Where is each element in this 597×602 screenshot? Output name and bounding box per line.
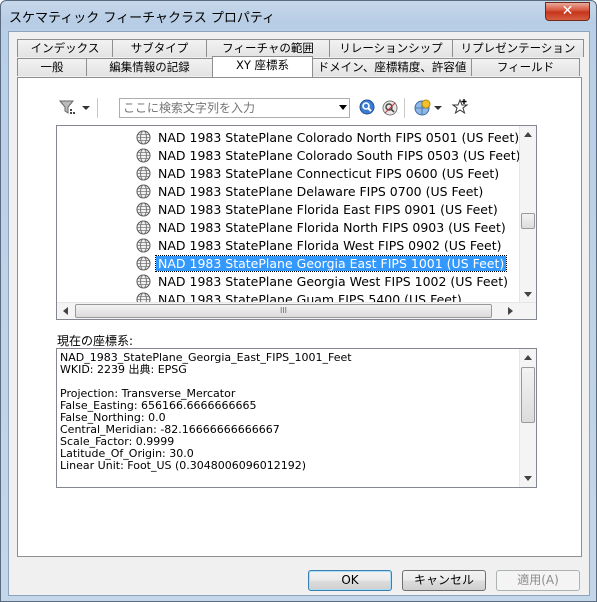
tab-editor-tracking[interactable]: 編集情報の記録 (86, 58, 213, 76)
globe-icon (136, 202, 151, 216)
list-horizontal-scrollbar[interactable]: III (57, 302, 536, 319)
list-item-label: NAD 1983 StatePlane Florida North FIPS 0… (158, 219, 506, 235)
tab-domain-resolution-tolerance[interactable]: ドメイン、座標精度、許容値 (312, 58, 472, 76)
scroll-down-arrow-icon[interactable] (524, 476, 532, 481)
globe-icon (136, 148, 151, 162)
list-item-label: NAD 1983 StatePlane Florida West FIPS 09… (158, 237, 502, 253)
scroll-up-arrow-icon[interactable] (524, 355, 532, 360)
tab-index[interactable]: インデックス (17, 39, 113, 57)
list-item-selected[interactable]: NAD 1983 StatePlane Georgia East FIPS 10… (136, 254, 508, 272)
tab-relationship[interactable]: リレーションシップ (329, 39, 453, 57)
globe-icon (136, 256, 151, 270)
list-item[interactable]: NAD 1983 StatePlane Georgia West FIPS 10… (136, 272, 510, 290)
globe-icon (136, 220, 151, 234)
list-item-label: NAD 1983 StatePlane Colorado North FIPS … (158, 129, 520, 145)
clear-search-icon[interactable] (381, 99, 399, 117)
list-item-label: NAD 1983 StatePlane Georgia West FIPS 10… (158, 273, 509, 289)
list-item[interactable]: NAD 1983 StatePlane Florida East FIPS 09… (136, 200, 500, 218)
scroll-thumb[interactable] (521, 213, 535, 229)
scroll-thumb[interactable] (521, 367, 535, 423)
scroll-down-arrow-icon[interactable] (524, 292, 532, 297)
globe-add-icon[interactable] (413, 99, 431, 117)
scroll-right-arrow-icon[interactable] (508, 307, 513, 315)
globe-icon (136, 130, 151, 144)
current-coordinate-system-label: 現在の座標系: (57, 334, 134, 348)
globe-icon (136, 274, 151, 288)
list-item[interactable]: NAD 1983 StatePlane Connecticut FIPS 060… (136, 164, 501, 182)
tab-fields[interactable]: フィールド (471, 58, 580, 76)
list-item-label: NAD 1983 StatePlane Colorado South FIPS … (158, 147, 521, 163)
globe-icon (136, 238, 151, 252)
tab-xy-coordinate-system[interactable]: XY 座標系 (212, 56, 313, 77)
details-vertical-scrollbar[interactable] (519, 349, 536, 487)
tab-feature-extent[interactable]: フィーチャの範囲 (206, 39, 330, 57)
tab-subtype[interactable]: サブタイプ (112, 39, 207, 57)
globe-icon (136, 184, 151, 198)
add-dropdown-icon[interactable] (433, 99, 443, 117)
search-combobox[interactable] (119, 98, 350, 118)
scroll-left-arrow-icon[interactable] (63, 307, 68, 315)
scroll-thumb-horizontal[interactable]: III (75, 304, 492, 318)
search-input[interactable] (120, 99, 330, 117)
properties-dialog: スケマティック フィーチャクラス プロパティ ✕ インデックス サブタイプ フィ… (0, 0, 597, 602)
apply-button[interactable]: 適用(A) (496, 570, 580, 591)
list-item-label: NAD 1983 StatePlane Connecticut FIPS 060… (158, 165, 500, 181)
close-button[interactable]: ✕ (545, 2, 590, 21)
toolbar-separator (97, 98, 98, 118)
list-vertical-scrollbar[interactable] (519, 126, 536, 303)
list-item[interactable]: NAD 1983 StatePlane Colorado South FIPS … (136, 146, 523, 164)
tab-general[interactable]: 一般 (17, 58, 87, 76)
list-item[interactable]: NAD 1983 StatePlane Florida North FIPS 0… (136, 218, 508, 236)
globe-icon (136, 166, 151, 180)
filter-icon[interactable] (59, 99, 77, 117)
detail-line: WKID: 2239 出典: EPSG (60, 363, 187, 376)
list-item[interactable]: NAD 1983 StatePlane Delaware FIPS 0700 (… (136, 182, 485, 200)
list-item-label: NAD 1983 StatePlane Delaware FIPS 0700 (… (158, 183, 484, 199)
ok-button[interactable]: OK (308, 570, 392, 591)
filter-dropdown-icon[interactable] (81, 99, 91, 117)
tab-representation[interactable]: リプレゼンテーション (452, 39, 584, 57)
cancel-button[interactable]: キャンセル (402, 570, 486, 591)
list-item-label: NAD 1983 StatePlane Florida East FIPS 09… (158, 201, 498, 217)
list-item[interactable]: NAD 1983 StatePlane Colorado North FIPS … (136, 128, 521, 146)
detail-line: Linear Unit: Foot_US (0.3048006096012192… (60, 459, 307, 472)
tab-row-front: 一般 編集情報の記録 XY 座標系 ドメイン、座標精度、許容値 フィールド (17, 56, 580, 77)
list-item-label: NAD 1983 StatePlane Georgia East FIPS 10… (154, 254, 508, 272)
dialog-client: インデックス サブタイプ フィーチャの範囲 リレーションシップ リプレゼンテーシ… (8, 31, 590, 596)
scroll-up-arrow-icon[interactable] (524, 132, 532, 137)
search-icon[interactable] (359, 99, 377, 117)
window-title: スケマティック フィーチャクラス プロパティ (9, 11, 276, 26)
list-item[interactable]: NAD 1983 StatePlane Florida West FIPS 09… (136, 236, 504, 254)
tab-row-back: インデックス サブタイプ フィーチャの範囲 リレーションシップ リプレゼンテーシ… (17, 39, 584, 57)
current-coordinate-system-details[interactable]: NAD_1983_StatePlane_Georgia_East_FIPS_10… (56, 348, 537, 488)
star-add-icon[interactable] (451, 98, 469, 116)
title-bar[interactable]: スケマティック フィーチャクラス プロパティ ✕ (1, 1, 596, 31)
coordinate-system-list[interactable]: NAD 1983 StatePlane Colorado North FIPS … (56, 125, 537, 320)
chevron-down-icon[interactable] (339, 105, 347, 110)
toolbar-separator-2 (404, 98, 405, 118)
